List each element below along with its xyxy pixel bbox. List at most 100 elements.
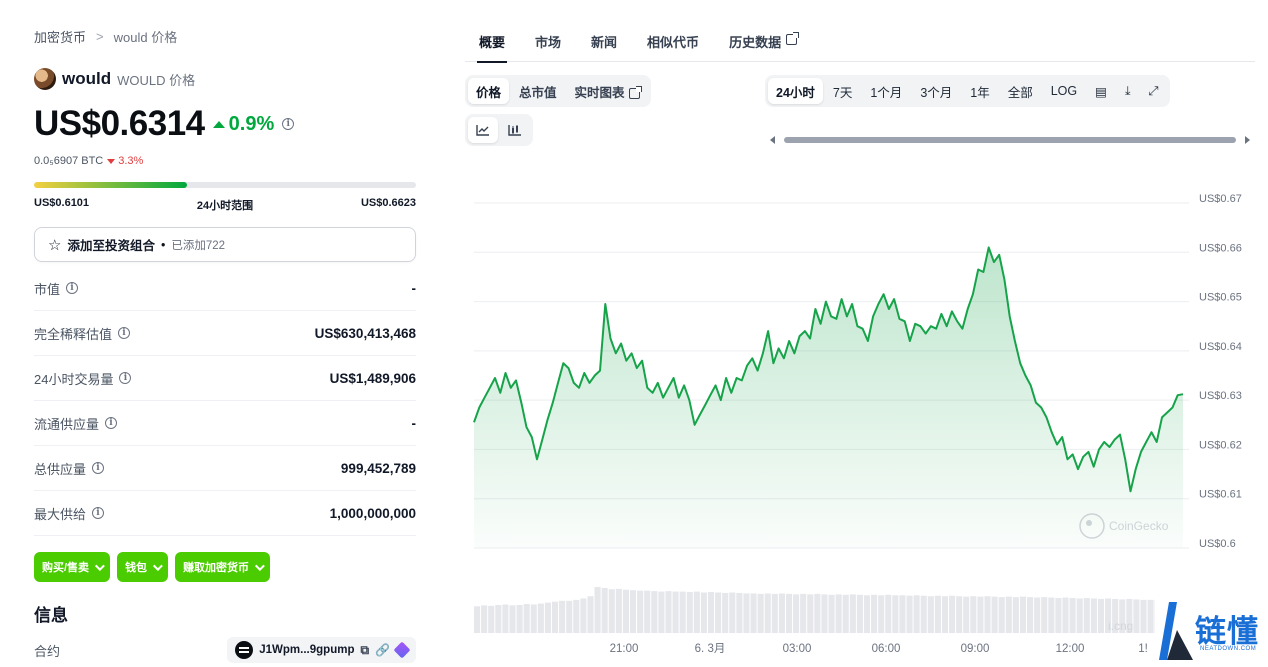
volume-bar <box>828 594 835 633</box>
volume-bar <box>1076 598 1083 633</box>
volume-bar <box>559 600 566 633</box>
volume-bar <box>700 592 707 633</box>
volume-bar <box>608 589 615 633</box>
volume-bar <box>488 605 495 633</box>
volume-bar <box>856 594 863 633</box>
volume-bar <box>523 604 530 633</box>
y-tick-label: US$0.64 <box>1199 341 1242 353</box>
volume-bar <box>793 594 800 633</box>
volume-bar <box>842 594 849 633</box>
volume-bar <box>1048 597 1055 633</box>
volume-bar <box>481 605 488 633</box>
volume-bar <box>821 594 828 633</box>
price-area <box>474 247 1183 548</box>
watermark-partial-text: i.cng <box>1108 619 1133 633</box>
volume-bar <box>1034 597 1041 633</box>
x-tick-label: 09:00 <box>961 643 990 655</box>
volume-bar <box>1090 598 1097 633</box>
volume-bar <box>729 592 736 633</box>
y-tick-label: US$0.62 <box>1199 439 1242 451</box>
volume-bar <box>956 596 963 633</box>
volume-bar <box>977 596 984 633</box>
volume-bar <box>615 588 622 633</box>
volume-bar <box>878 595 885 633</box>
volume-bar <box>913 595 920 633</box>
x-tick-label: 06:00 <box>872 643 901 655</box>
volume-bar <box>693 591 700 633</box>
volume-bar <box>530 604 537 633</box>
volume-bar <box>1062 597 1069 633</box>
volume-bar <box>594 587 601 633</box>
volume-bar <box>1140 599 1147 633</box>
volume-bar <box>1069 598 1076 633</box>
volume-bar <box>551 601 559 633</box>
volume-bar <box>835 594 842 633</box>
price-chart[interactable]: US$0.67 US$0.66 US$0.65 US$0.64 US$0.63 US$0.… <box>0 0 1268 667</box>
x-tick-label: 6. 3月 <box>695 643 726 655</box>
volume-bar <box>899 595 906 633</box>
y-tick-label: US$0.6 <box>1199 538 1236 550</box>
volume-bar <box>1041 597 1048 633</box>
volume-bar <box>934 595 941 633</box>
x-tick-label: 1! <box>1138 643 1148 655</box>
volume-bar <box>537 603 544 633</box>
volume-bar <box>984 596 991 633</box>
volume-bar <box>736 592 743 633</box>
y-tick-label: US$0.67 <box>1199 193 1242 205</box>
volume-bar <box>644 590 651 633</box>
x-tick-label: 12:00 <box>1056 643 1085 655</box>
volume-bar <box>800 593 807 633</box>
volume-bar <box>941 596 949 633</box>
volume-bar <box>849 594 856 633</box>
volume-bar <box>474 606 481 633</box>
volume-bar <box>722 592 729 633</box>
volume-bar <box>573 599 580 633</box>
volume-bar <box>686 592 693 633</box>
volume-bar <box>778 593 785 633</box>
volume-bar <box>679 591 686 633</box>
coingecko-brand: CoinGecko <box>1109 519 1169 533</box>
volume-bar <box>963 596 970 633</box>
volume-bar <box>743 593 750 633</box>
volume-bar <box>1055 598 1062 633</box>
site-domain: NEATDOWN.COM <box>1200 646 1257 652</box>
y-tick-label: US$0.65 <box>1199 292 1242 304</box>
volume-bar <box>750 593 757 633</box>
volume-bar <box>601 587 608 633</box>
volume-bar <box>998 597 1005 633</box>
volume-bar <box>885 594 892 633</box>
volume-bar <box>580 598 587 633</box>
volume-bar <box>1005 596 1012 633</box>
volume-bar <box>871 594 878 633</box>
volume-bar <box>1133 599 1140 633</box>
volume-bar <box>637 590 644 633</box>
volume-bar <box>658 591 665 633</box>
volume-bar <box>991 596 998 633</box>
volume-bar <box>920 595 927 633</box>
y-tick-label: US$0.61 <box>1199 489 1242 501</box>
volume-bar <box>502 604 509 633</box>
volume-bar <box>672 591 679 633</box>
volume-bar <box>906 595 913 633</box>
neatdown-logo <box>1159 602 1193 660</box>
volume-bar <box>771 593 778 633</box>
volume-bar <box>665 591 672 633</box>
volume-bar <box>629 590 637 633</box>
volume-bar <box>807 594 814 633</box>
volume-bar <box>892 595 899 633</box>
volume-bar <box>715 592 722 633</box>
y-tick-label: US$0.63 <box>1199 390 1242 402</box>
volume-bar <box>785 593 793 633</box>
volume-bar <box>622 589 629 633</box>
volume-bar <box>544 602 551 633</box>
volume-bar <box>509 605 516 633</box>
x-tick-label: 21:00 <box>610 643 639 655</box>
y-tick-label: US$0.66 <box>1199 242 1242 254</box>
site-name: 链懂 <box>1195 614 1259 650</box>
volume-bar <box>970 596 977 633</box>
volume-bar <box>1012 597 1019 633</box>
volume-bar <box>863 595 871 633</box>
volume-bar <box>1083 598 1090 633</box>
volume-bar <box>1027 597 1034 633</box>
volume-bar <box>757 593 764 633</box>
